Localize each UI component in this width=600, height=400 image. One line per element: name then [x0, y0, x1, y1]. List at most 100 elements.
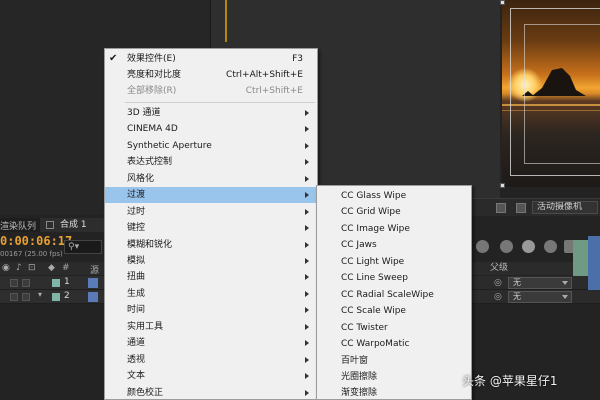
solo-toggle[interactable]: [22, 279, 30, 287]
submenu-item-cc-light-wipe[interactable]: CC Light Wipe: [317, 254, 471, 270]
menu-item-3d-channel[interactable]: 3D 通道: [105, 105, 317, 121]
parent-select[interactable]: 无: [508, 291, 572, 303]
menu-item-utility[interactable]: 实用工具: [105, 319, 317, 335]
eye-icon[interactable]: ◉: [2, 263, 10, 273]
menu-item-expression-controls[interactable]: 表达式控制: [105, 154, 317, 170]
menu-item-label: 过渡: [127, 190, 146, 200]
lock-icon[interactable]: ⊡: [28, 263, 36, 273]
layer-number: 2: [64, 291, 70, 301]
camera-view-select[interactable]: 活动摄像机: [532, 201, 598, 214]
motion-blur-icon[interactable]: [500, 240, 513, 253]
footage-icon: [88, 278, 98, 288]
layer-row[interactable]: ▾ 2: [0, 290, 104, 304]
submenu-item-gradient-wipe[interactable]: 渐变擦除: [317, 385, 471, 399]
submenu-item-label: CC Image Wipe: [341, 224, 410, 234]
grid-icon[interactable]: [496, 203, 506, 213]
submenu-item-cc-line-sweep[interactable]: CC Line Sweep: [317, 270, 471, 286]
transform-handle[interactable]: [500, 0, 505, 5]
solo-toggle[interactable]: [22, 293, 30, 301]
submenu-arrow-icon: [305, 390, 309, 396]
menu-item-obsolete[interactable]: 过时: [105, 204, 317, 220]
submenu-item-label: 光圈擦除: [341, 372, 378, 382]
menu-item-label: 透视: [127, 355, 146, 365]
menu-item-keying[interactable]: 键控: [105, 220, 317, 236]
menu-item-label: 键控: [127, 223, 146, 233]
submenu-arrow-icon: [305, 340, 309, 346]
menu-item-stylize[interactable]: 风格化: [105, 171, 317, 187]
parent-select[interactable]: 无: [508, 277, 572, 289]
submenu-arrow-icon: [305, 159, 309, 165]
submenu-arrow-icon: [305, 357, 309, 363]
transition-submenu: CC Glass Wipe CC Grid Wipe CC Image Wipe…: [316, 185, 472, 400]
menu-item-generate[interactable]: 生成: [105, 286, 317, 302]
current-timecode[interactable]: 0:00:06:17: [0, 234, 72, 248]
frame-blending-icon[interactable]: [522, 240, 535, 253]
parent-row: ◎ 无: [468, 276, 600, 290]
menu-item-synthetic-aperture[interactable]: Synthetic Aperture: [105, 138, 317, 154]
audio-icon[interactable]: ♪: [16, 263, 22, 273]
menu-item-label: 模糊和锐化: [127, 240, 173, 250]
menu-item-brightness-contrast[interactable]: 亮度和对比度 Ctrl+Alt+Shift+E: [105, 67, 317, 83]
menu-item-label: 表达式控制: [127, 157, 173, 167]
label-icon[interactable]: ◆: [48, 263, 55, 273]
label-color-swatch[interactable]: [52, 293, 60, 301]
menu-item-effect-controls[interactable]: ✔ 效果控件(E) F3: [105, 51, 317, 67]
submenu-item-label: CC WarpoMatic: [341, 339, 410, 349]
layer-number: 1: [64, 277, 70, 287]
layer-duration-bar[interactable]: [588, 236, 600, 290]
submenu-item-label: CC Scale Wipe: [341, 306, 406, 316]
footage-icon: [88, 292, 98, 302]
frame-rate-readout: 00167 (25.00 fps): [0, 250, 63, 258]
transparency-icon[interactable]: [516, 203, 526, 213]
menu-item-color-correction[interactable]: 颜色校正: [105, 385, 317, 399]
transform-handle[interactable]: [500, 183, 505, 188]
menu-item-channel[interactable]: 通道: [105, 335, 317, 351]
submenu-item-cc-radial-scalewipe[interactable]: CC Radial ScaleWipe: [317, 287, 471, 303]
tab-composition[interactable]: 合成 1: [40, 218, 104, 232]
submenu-item-cc-scale-wipe[interactable]: CC Scale Wipe: [317, 303, 471, 319]
menu-item-simulation[interactable]: 模拟: [105, 253, 317, 269]
submenu-item-cc-twister[interactable]: CC Twister: [317, 320, 471, 336]
submenu-arrow-icon: [305, 126, 309, 132]
menu-item-time[interactable]: 时间: [105, 302, 317, 318]
draft-3d-icon[interactable]: [476, 240, 489, 253]
submenu-item-cc-glass-wipe[interactable]: CC Glass Wipe: [317, 188, 471, 204]
menu-item-distort[interactable]: 扭曲: [105, 269, 317, 285]
expand-chevron-icon[interactable]: ▾: [38, 290, 42, 299]
menu-separator: [125, 102, 315, 103]
pick-whip-icon[interactable]: ◎: [494, 278, 502, 288]
close-icon[interactable]: [46, 221, 54, 229]
submenu-arrow-icon: [305, 291, 309, 297]
submenu-item-label: CC Line Sweep: [341, 273, 408, 283]
submenu-item-cc-warpomatic[interactable]: CC WarpoMatic: [317, 336, 471, 352]
menu-item-remove-all: 全部移除(R) Ctrl+Shift+E: [105, 83, 317, 99]
submenu-item-label: CC Radial ScaleWipe: [341, 290, 434, 300]
pick-whip-icon[interactable]: ◎: [494, 292, 502, 302]
tab-render-queue[interactable]: 渲染队列: [0, 219, 36, 232]
submenu-item-venetian-blinds[interactable]: 百叶窗: [317, 353, 471, 369]
menu-item-blur-sharpen[interactable]: 模糊和锐化: [105, 237, 317, 253]
composition-viewer[interactable]: [502, 0, 600, 187]
menu-item-shortcut: Ctrl+Shift+E: [245, 86, 303, 96]
menu-item-label: 亮度和对比度: [127, 70, 182, 80]
label-color-swatch[interactable]: [52, 279, 60, 287]
layer-search-input[interactable]: ⚲▾: [64, 240, 102, 254]
menu-item-label: 3D 通道: [127, 108, 161, 118]
menu-item-transition[interactable]: 过渡: [105, 187, 317, 203]
menu-item-text[interactable]: 文本: [105, 368, 317, 384]
menu-item-perspective[interactable]: 透视: [105, 352, 317, 368]
title-safe-inner: [524, 24, 600, 164]
menu-item-cinema-4d[interactable]: CINEMA 4D: [105, 121, 317, 137]
submenu-item-cc-jaws[interactable]: CC Jaws: [317, 237, 471, 253]
submenu-arrow-icon: [305, 307, 309, 313]
graph-editor-icon[interactable]: [544, 240, 557, 253]
visibility-toggle[interactable]: [10, 293, 18, 301]
submenu-item-cc-grid-wipe[interactable]: CC Grid Wipe: [317, 204, 471, 220]
submenu-item-cc-image-wipe[interactable]: CC Image Wipe: [317, 221, 471, 237]
parent-row: ◎ 无: [468, 290, 600, 304]
layer-row[interactable]: 1: [0, 276, 104, 290]
menu-item-shortcut: F3: [292, 54, 303, 64]
visibility-toggle[interactable]: [10, 279, 18, 287]
submenu-item-iris-wipe[interactable]: 光圈擦除: [317, 369, 471, 385]
effect-menu: ✔ 效果控件(E) F3 亮度和对比度 Ctrl+Alt+Shift+E 全部移…: [104, 48, 318, 400]
